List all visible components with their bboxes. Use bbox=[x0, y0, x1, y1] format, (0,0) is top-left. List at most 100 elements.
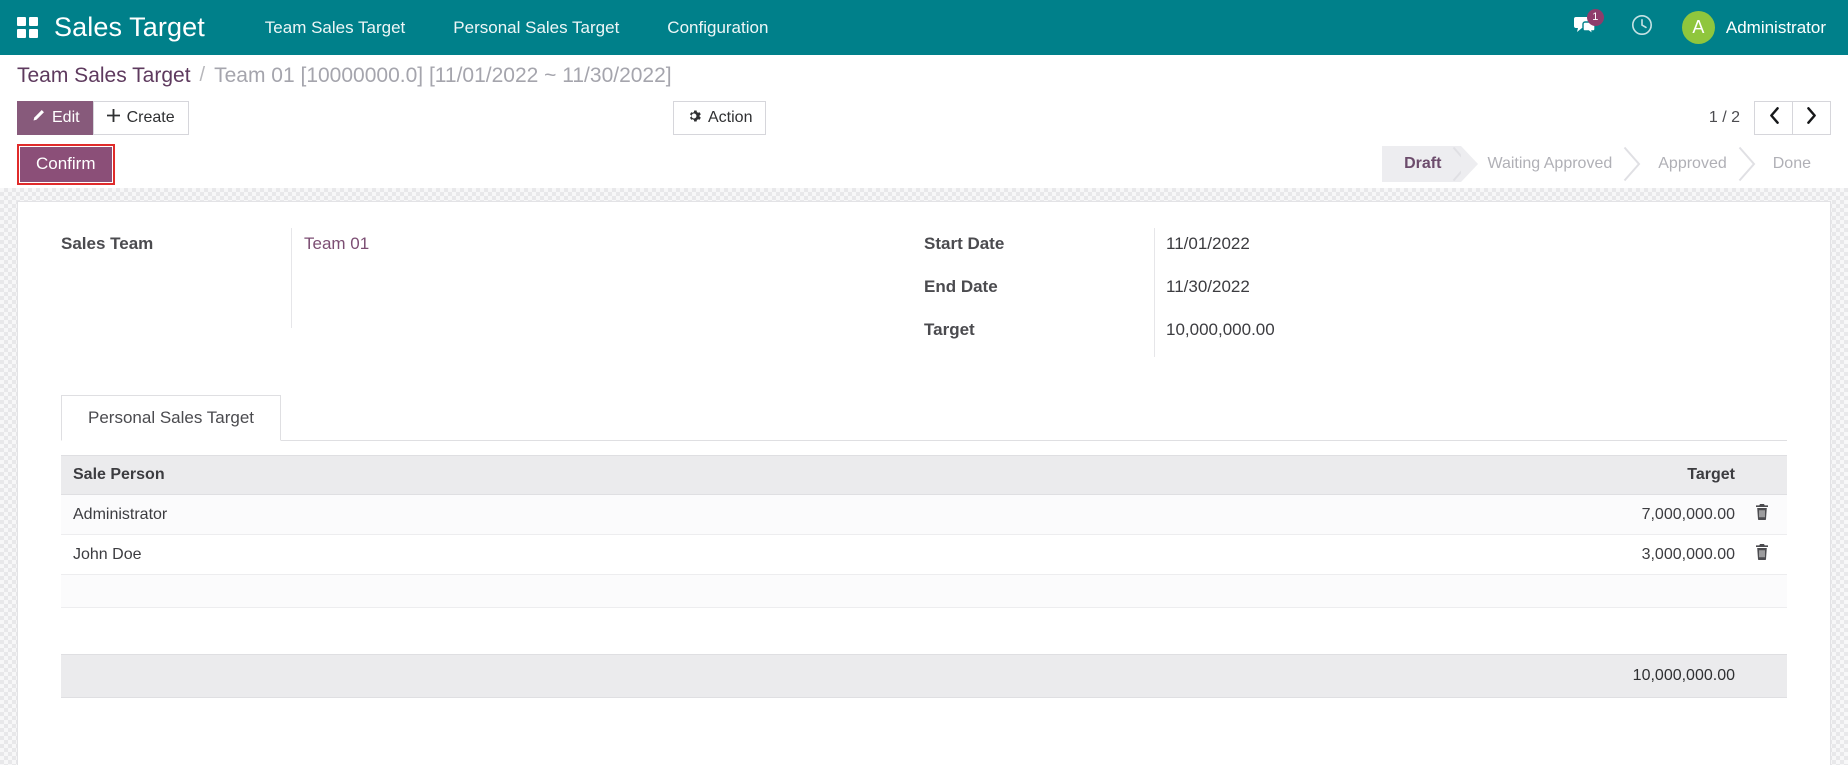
avatar: A bbox=[1681, 11, 1715, 44]
column-header-sale-person[interactable]: Sale Person bbox=[61, 455, 829, 495]
notebook: Personal Sales Target Sale Person Target… bbox=[61, 395, 1787, 698]
control-panel-buttons: Edit Create Action 1 / 2 bbox=[0, 96, 1848, 140]
field-target: Target 10,000,000.00 bbox=[924, 314, 1757, 357]
field-end-date: End Date 11/30/2022 bbox=[924, 271, 1757, 314]
activity-menu-button[interactable] bbox=[1614, 0, 1670, 55]
field-start-date-value[interactable]: 11/01/2022 bbox=[1154, 228, 1757, 260]
cell-delete bbox=[1747, 494, 1787, 535]
action-button[interactable]: Action bbox=[673, 101, 767, 135]
field-sales-team: Sales Team Team 01 bbox=[61, 228, 894, 328]
total-actions-cell bbox=[1747, 654, 1787, 698]
nav-item-configuration[interactable]: Configuration bbox=[643, 0, 792, 55]
record-buttons-group: Edit Create bbox=[17, 101, 189, 135]
notebook-tabs: Personal Sales Target bbox=[61, 395, 1787, 441]
form-fields-grid: Sales Team Team 01 Start Date 11/01/2022… bbox=[61, 228, 1787, 357]
user-menu-button[interactable]: A Administrator bbox=[1670, 11, 1826, 44]
confirm-button[interactable]: Confirm bbox=[20, 146, 112, 182]
field-start-date: Start Date 11/01/2022 bbox=[924, 228, 1757, 271]
apps-menu-button[interactable] bbox=[0, 0, 54, 55]
column-header-blank bbox=[828, 455, 985, 495]
status-stage-approved-label: Approved bbox=[1658, 155, 1727, 172]
table-row[interactable]: John Doe 3,000,000.00 bbox=[61, 534, 1787, 575]
breadcrumb-separator: / bbox=[199, 64, 206, 86]
field-target-value[interactable]: 10,000,000.00 bbox=[1154, 314, 1757, 346]
nav-item-personal-sales-target[interactable]: Personal Sales Target bbox=[429, 0, 643, 55]
status-stage-draft[interactable]: Draft bbox=[1382, 146, 1479, 182]
field-sales-team-label: Sales Team bbox=[61, 234, 154, 253]
cell-sale-person[interactable]: John Doe bbox=[61, 534, 829, 575]
action-button-label: Action bbox=[708, 109, 753, 126]
table-header-row: Sale Person Target bbox=[61, 455, 1787, 495]
pager-previous-button[interactable] bbox=[1754, 101, 1793, 135]
pager-buttons bbox=[1754, 101, 1831, 135]
status-bar-stages: Draft Waiting Approved Approved Done bbox=[1382, 146, 1831, 182]
gear-icon bbox=[687, 109, 701, 128]
trash-icon[interactable] bbox=[1755, 544, 1769, 560]
cell-blank bbox=[828, 534, 985, 575]
app-brand-title[interactable]: Sales Target bbox=[54, 14, 241, 41]
stage-chevron-icon bbox=[1738, 146, 1756, 182]
user-name-label: Administrator bbox=[1725, 17, 1826, 37]
field-end-date-value[interactable]: 11/30/2022 bbox=[1154, 271, 1757, 303]
action-menu-wrapper: Action bbox=[673, 101, 767, 135]
field-target-label: Target bbox=[924, 320, 975, 339]
field-end-date-label: End Date bbox=[924, 277, 998, 296]
personal-sales-target-total-table: 10,000,000.00 bbox=[61, 654, 1787, 698]
status-stage-waiting-approved-label: Waiting Approved bbox=[1487, 155, 1613, 172]
table-row[interactable]: Administrator 7,000,000.00 bbox=[61, 494, 1787, 535]
status-bar-row: Confirm Draft Waiting Approved Approved … bbox=[0, 140, 1848, 188]
field-start-date-label: Start Date bbox=[924, 234, 1005, 253]
cell-delete bbox=[1747, 534, 1787, 575]
stage-chevron-icon bbox=[1623, 146, 1641, 182]
breadcrumb: Team Sales Target / Team 01 [10000000.0]… bbox=[0, 55, 1848, 96]
create-button[interactable]: Create bbox=[92, 101, 189, 135]
messaging-menu-button[interactable]: 1 bbox=[1558, 0, 1614, 55]
table-body: Administrator 7,000,000.00 John Doe 3,00… bbox=[61, 494, 1787, 608]
column-header-actions bbox=[1747, 455, 1787, 495]
trash-icon[interactable] bbox=[1755, 504, 1769, 520]
status-stage-done[interactable]: Done bbox=[1738, 146, 1831, 182]
pager: 1 / 2 bbox=[1709, 101, 1831, 135]
field-sales-team-value[interactable]: Team 01 bbox=[304, 234, 369, 253]
create-button-label: Create bbox=[126, 109, 175, 126]
total-blank-cell bbox=[61, 654, 331, 698]
breadcrumb-root-link[interactable]: Team Sales Target bbox=[17, 64, 191, 88]
status-stage-draft-label: Draft bbox=[1404, 155, 1442, 172]
apps-grid-icon bbox=[16, 17, 38, 38]
status-stage-done-label: Done bbox=[1772, 155, 1811, 172]
form-left-column: Sales Team Team 01 bbox=[61, 228, 924, 357]
status-stage-waiting-approved[interactable]: Waiting Approved bbox=[1453, 146, 1632, 182]
form-sheet: Sales Team Team 01 Start Date 11/01/2022… bbox=[17, 201, 1831, 765]
field-sales-team-value-wrapper: Team 01 bbox=[291, 228, 894, 328]
edit-button-label: Edit bbox=[52, 109, 80, 126]
pager-value[interactable]: 1 / 2 bbox=[1709, 109, 1740, 127]
personal-sales-target-table: Sale Person Target Administrator 7,000,0… bbox=[61, 455, 1787, 608]
cell-target[interactable]: 3,000,000.00 bbox=[984, 534, 1747, 575]
table-foot: 10,000,000.00 bbox=[61, 654, 1787, 698]
edit-button[interactable]: Edit bbox=[17, 101, 94, 135]
table-total-row: 10,000,000.00 bbox=[61, 654, 1787, 698]
table-empty-row bbox=[61, 574, 1787, 608]
table-total-spacer bbox=[61, 608, 1787, 640]
pencil-icon bbox=[31, 109, 45, 128]
column-header-target[interactable]: Target bbox=[984, 455, 1747, 495]
cell-sale-person[interactable]: Administrator bbox=[61, 494, 829, 535]
total-target-value: 10,000,000.00 bbox=[330, 654, 1747, 698]
top-navbar: Sales Target Team Sales Target Personal … bbox=[0, 0, 1848, 55]
chevron-right-icon bbox=[1806, 107, 1818, 129]
navbar-right-tools: 1 A Administrator bbox=[1558, 0, 1848, 55]
cell-blank bbox=[828, 494, 985, 535]
chevron-left-icon bbox=[1768, 107, 1780, 129]
cell-target[interactable]: 7,000,000.00 bbox=[984, 494, 1747, 535]
tab-personal-sales-target[interactable]: Personal Sales Target bbox=[61, 395, 282, 441]
form-right-column: Start Date 11/01/2022 End Date 11/30/202… bbox=[924, 228, 1787, 357]
messaging-badge-count: 1 bbox=[1586, 9, 1604, 26]
table-head: Sale Person Target bbox=[61, 455, 1787, 495]
status-stage-approved[interactable]: Approved bbox=[1623, 146, 1747, 182]
breadcrumb-current-record: Team 01 [10000000.0] [11/01/2022 ~ 11/30… bbox=[214, 63, 672, 87]
nav-item-team-sales-target[interactable]: Team Sales Target bbox=[241, 0, 429, 55]
clock-icon bbox=[1631, 14, 1653, 41]
pager-next-button[interactable] bbox=[1792, 101, 1831, 135]
confirm-button-highlight: Confirm bbox=[17, 143, 115, 185]
form-content-area: Sales Team Team 01 Start Date 11/01/2022… bbox=[0, 188, 1848, 765]
